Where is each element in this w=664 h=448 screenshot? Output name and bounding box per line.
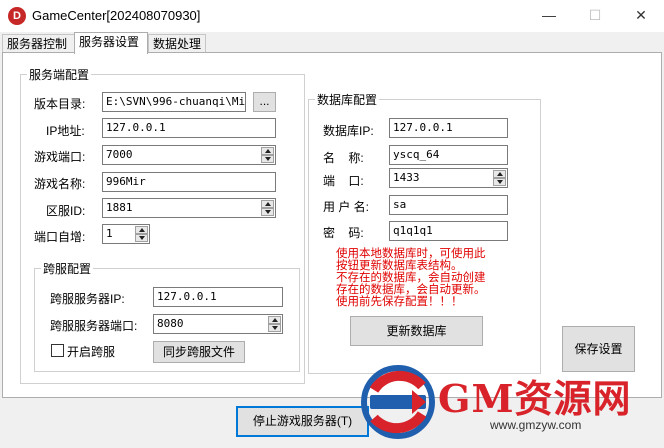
zone-id-label: 区服ID: [46,204,86,218]
close-button[interactable]: ✕ [618,0,664,32]
spin-down-icon[interactable] [268,324,281,332]
spin-down-icon[interactable] [493,178,506,186]
db-ip-label: 数据库IP: [323,124,374,138]
spin-down-icon[interactable] [261,155,274,163]
tab-data-processing[interactable]: 数据处理 [148,34,206,53]
version-dir-label: 版本目录: [34,97,86,111]
cross-ip-input[interactable]: 127.0.0.1 [153,287,283,307]
spin-up-icon[interactable] [261,147,274,155]
tab-server-control[interactable]: 服务器控制 [2,34,75,53]
cross-port-stepper[interactable]: 8080 [153,314,283,334]
zone-id-value: 1881 [106,201,133,214]
db-password-label: 密 码: [323,226,364,240]
port-increment-value: 1 [106,227,113,240]
db-user-label: 用 户 名: [323,200,370,214]
port-increment-stepper[interactable]: 1 [102,224,150,244]
cross-port-label: 跨服服务器端口: [50,319,138,333]
game-port-value: 7000 [106,148,133,161]
spin-down-icon[interactable] [261,208,274,216]
minimize-button[interactable]: — [526,0,572,32]
title-bar: D GameCenter[202408070930] — ☐ ✕ [0,0,664,32]
window-title: GameCenter[202408070930] [32,8,201,23]
db-port-label: 端 口: [323,174,364,188]
spin-up-icon[interactable] [135,226,148,234]
tab-server-settings[interactable]: 服务器设置 [74,32,148,54]
watermark-url: www.gmzyw.com [490,418,582,432]
ip-input[interactable]: 127.0.0.1 [102,118,276,138]
sync-cross-server-button[interactable]: 同步跨服文件 [153,341,245,363]
maximize-button[interactable]: ☐ [572,0,618,32]
game-name-label: 游戏名称: [34,177,86,191]
db-note-line: 存在的数据库，会自动更新。 [336,284,486,296]
port-increment-label: 端口自增: [34,230,86,244]
game-port-label: 游戏端口: [34,150,86,164]
browse-button[interactable]: ... [253,92,276,112]
db-note-line: 按钮更新数据库表结构。 [336,260,463,272]
cross-ip-label: 跨服服务器IP: [50,292,125,306]
db-note-line: 使用前先保存配置！！！ [336,296,463,308]
enable-cross-server-label: 开启跨服 [67,345,116,359]
enable-cross-server-checkbox[interactable] [51,344,64,357]
spin-up-icon[interactable] [493,170,506,178]
db-port-value: 1433 [393,171,420,184]
spin-up-icon[interactable] [268,316,281,324]
cross-server-legend: 跨服配置 [43,262,92,276]
watermark: GM资源网 www.gmzyw.com [360,360,660,448]
db-user-input[interactable]: sa [389,195,508,215]
tab-strip: 服务器控制 服务器设置 数据处理 [0,32,664,54]
db-ip-input[interactable]: 127.0.0.1 [389,118,508,138]
version-dir-input[interactable]: E:\SVN\996-chuanqi\MirS [102,92,246,112]
db-password-input[interactable]: q1q1q1 [389,221,508,241]
ip-label: IP地址: [46,124,85,138]
zone-id-stepper[interactable]: 1881 [102,198,276,218]
game-port-stepper[interactable]: 7000 [102,145,276,165]
spin-down-icon[interactable] [135,234,148,242]
db-port-stepper[interactable]: 1433 [389,168,508,188]
watermark-text: GM资源网 [438,376,632,421]
stop-game-server-button[interactable]: 停止游戏服务器(T) [236,406,369,437]
gm-logo-icon [361,365,435,439]
database-legend: 数据库配置 [317,93,378,107]
db-name-label: 名 称: [323,151,364,165]
db-note-line: 使用本地数据库时，可使用此 [336,248,486,260]
db-note-line: 不存在的数据库，会自动创建 [336,272,486,284]
db-name-input[interactable]: yscq_64 [389,145,508,165]
spin-up-icon[interactable] [261,200,274,208]
cross-port-value: 8080 [157,317,184,330]
server-config-legend: 服务端配置 [29,68,90,82]
game-name-input[interactable]: 996Mir [102,172,276,192]
update-database-button[interactable]: 更新数据库 [350,316,483,346]
app-icon: D [8,7,26,25]
